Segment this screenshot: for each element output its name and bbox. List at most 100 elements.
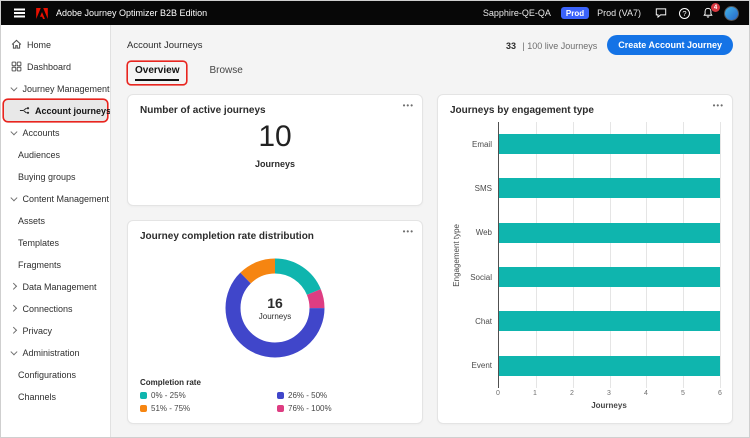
- adobe-logo-icon: [36, 7, 48, 19]
- legend-label: 26% - 50%: [288, 391, 328, 400]
- bar-row-web: [499, 211, 720, 255]
- bar-sms: [499, 178, 720, 199]
- legend-title: Completion rate: [140, 378, 201, 387]
- sidebar-item-configurations[interactable]: Configurations: [4, 364, 107, 385]
- feedback-icon[interactable]: [653, 7, 669, 19]
- bar-event: [499, 355, 720, 376]
- completion-donut-chart: 16 Journeys: [219, 252, 331, 364]
- x-tick-6: 6: [718, 390, 722, 397]
- sidebar-item-channels[interactable]: Channels: [4, 386, 107, 407]
- sidebar-item-accounts[interactable]: Accounts: [4, 122, 107, 143]
- x-tick-1: 1: [533, 390, 537, 397]
- sidebar-item-templates[interactable]: Templates: [4, 232, 107, 253]
- sidebar-item-dashboard[interactable]: Dashboard: [4, 56, 107, 77]
- legend-label: 76% - 100%: [288, 404, 332, 413]
- x-tick-0: 0: [496, 390, 500, 397]
- chevron-down-icon: [10, 128, 18, 135]
- gridline: [720, 122, 721, 388]
- chevron-right-icon: [10, 305, 17, 312]
- legend-swatch: [277, 392, 284, 399]
- legend-swatch: [140, 392, 147, 399]
- category-label-web: Web: [475, 228, 492, 238]
- sidebar-item-assets[interactable]: Assets: [4, 210, 107, 231]
- sidebar-item-label: Content Management: [22, 193, 110, 204]
- sidebar-item-label: Privacy: [22, 325, 53, 336]
- sidebar-item-label: Channels: [18, 391, 57, 402]
- sidebar-item-fragments[interactable]: Fragments: [4, 254, 107, 275]
- sidebar-item-label: Templates: [18, 237, 60, 248]
- sidebar-item-home[interactable]: Home: [4, 34, 107, 55]
- chevron-right-icon: [10, 327, 17, 334]
- x-axis-label: Journeys: [591, 401, 627, 410]
- category-label-event: Event: [471, 361, 492, 371]
- legend-swatch: [140, 405, 147, 412]
- org-switcher[interactable]: Sapphire-QE-QA: [483, 8, 551, 18]
- bar-row-chat: [499, 299, 720, 343]
- bar-social: [499, 267, 720, 288]
- sidebar-item-label: Dashboard: [27, 61, 72, 72]
- tabs: Overview Browse: [127, 61, 733, 85]
- sidebar-item-label: Connections: [22, 303, 73, 314]
- live-count: 33: [505, 41, 516, 51]
- sidebar-item-connections[interactable]: Connections: [4, 298, 107, 319]
- sidebar-item-privacy[interactable]: Privacy: [4, 320, 107, 341]
- tab-overview[interactable]: Overview: [128, 62, 186, 84]
- topbar: Adobe Journey Optimizer B2B Edition Sapp…: [1, 1, 749, 25]
- bar-row-event: [499, 344, 720, 388]
- sidebar-item-label: Administration: [22, 347, 80, 358]
- bar-row-email: [499, 122, 720, 166]
- sidebar-item-account-journeys[interactable]: Account journeys: [4, 100, 110, 121]
- menu-icon[interactable]: [11, 12, 28, 14]
- category-label-social: Social: [470, 272, 492, 282]
- legend-item-0-25: 0% - 25%: [140, 391, 273, 400]
- category-label-sms: SMS: [474, 183, 492, 193]
- bar-web: [499, 222, 720, 243]
- chevron-down-icon: [10, 84, 18, 91]
- tab-overview-label: Overview: [135, 65, 180, 81]
- tab-browse[interactable]: Browse: [202, 62, 249, 84]
- sidebar-item-label: Account journeys: [35, 105, 111, 116]
- legend-item-76-100: 76% - 100%: [277, 404, 410, 413]
- sidebar-item-label: Fragments: [18, 259, 62, 270]
- sidebar-item-content-management[interactable]: Content Management: [4, 188, 110, 209]
- tab-browse-label: Browse: [209, 65, 243, 76]
- sidebar: Home Dashboard Journey Management Account j…: [1, 25, 111, 437]
- legend-item-51-75: 51% - 75%: [140, 404, 273, 413]
- bell-icon[interactable]: 4: [700, 3, 720, 19]
- engagement-bar-chart: Engagement type Email SMS Web Social Chat Eve…: [450, 122, 722, 413]
- sidebar-item-journey-management[interactable]: Journey Management: [4, 78, 110, 99]
- hamburger-icon: [14, 12, 25, 14]
- sidebar-item-label: Home: [27, 39, 52, 50]
- main-content: Account Journeys 33 | 100 live Journeys …: [111, 25, 749, 437]
- bar-chat: [499, 311, 720, 332]
- legend-swatch: [277, 405, 284, 412]
- live-label: | 100 live Journeys: [522, 41, 598, 51]
- avatar[interactable]: [724, 5, 739, 21]
- more-menu-icon[interactable]: •••: [403, 101, 414, 110]
- more-menu-icon[interactable]: •••: [713, 101, 724, 110]
- sidebar-item-audiences[interactable]: Audiences: [4, 144, 107, 165]
- x-tick-5: 5: [681, 390, 685, 397]
- help-icon[interactable]: ?: [677, 7, 692, 19]
- sidebar-item-administration[interactable]: Administration: [4, 342, 107, 363]
- legend-label: 0% - 25%: [151, 391, 186, 400]
- active-journeys-value: 10: [258, 120, 292, 153]
- active-journeys-card: Number of active journeys ••• 10 Journey…: [127, 94, 423, 206]
- sidebar-item-buying-groups[interactable]: Buying groups: [4, 166, 107, 187]
- card-title: Journey completion rate distribution: [140, 231, 314, 242]
- sidebar-item-label: Audiences: [18, 149, 61, 160]
- page-header: Account Journeys 33 | 100 live Journeys …: [127, 34, 733, 56]
- chevron-down-icon: [10, 348, 18, 355]
- sidebar-item-data-management[interactable]: Data Management: [4, 276, 107, 297]
- completion-rate-card: Journey completion rate distribution •••…: [127, 220, 423, 424]
- x-tick-4: 4: [644, 390, 648, 397]
- app-title: Adobe Journey Optimizer B2B Edition: [56, 8, 208, 18]
- live-journeys-stat: 33 | 100 live Journeys: [506, 36, 597, 54]
- sidebar-item-label: Configurations: [18, 369, 77, 380]
- create-account-journey-button[interactable]: Create Account Journey: [607, 35, 733, 55]
- bar-row-sms: [499, 166, 720, 210]
- env-badge: Prod: [560, 7, 590, 19]
- chevron-down-icon: [10, 194, 18, 201]
- more-menu-icon[interactable]: •••: [403, 227, 414, 236]
- category-label-email: Email: [471, 139, 492, 149]
